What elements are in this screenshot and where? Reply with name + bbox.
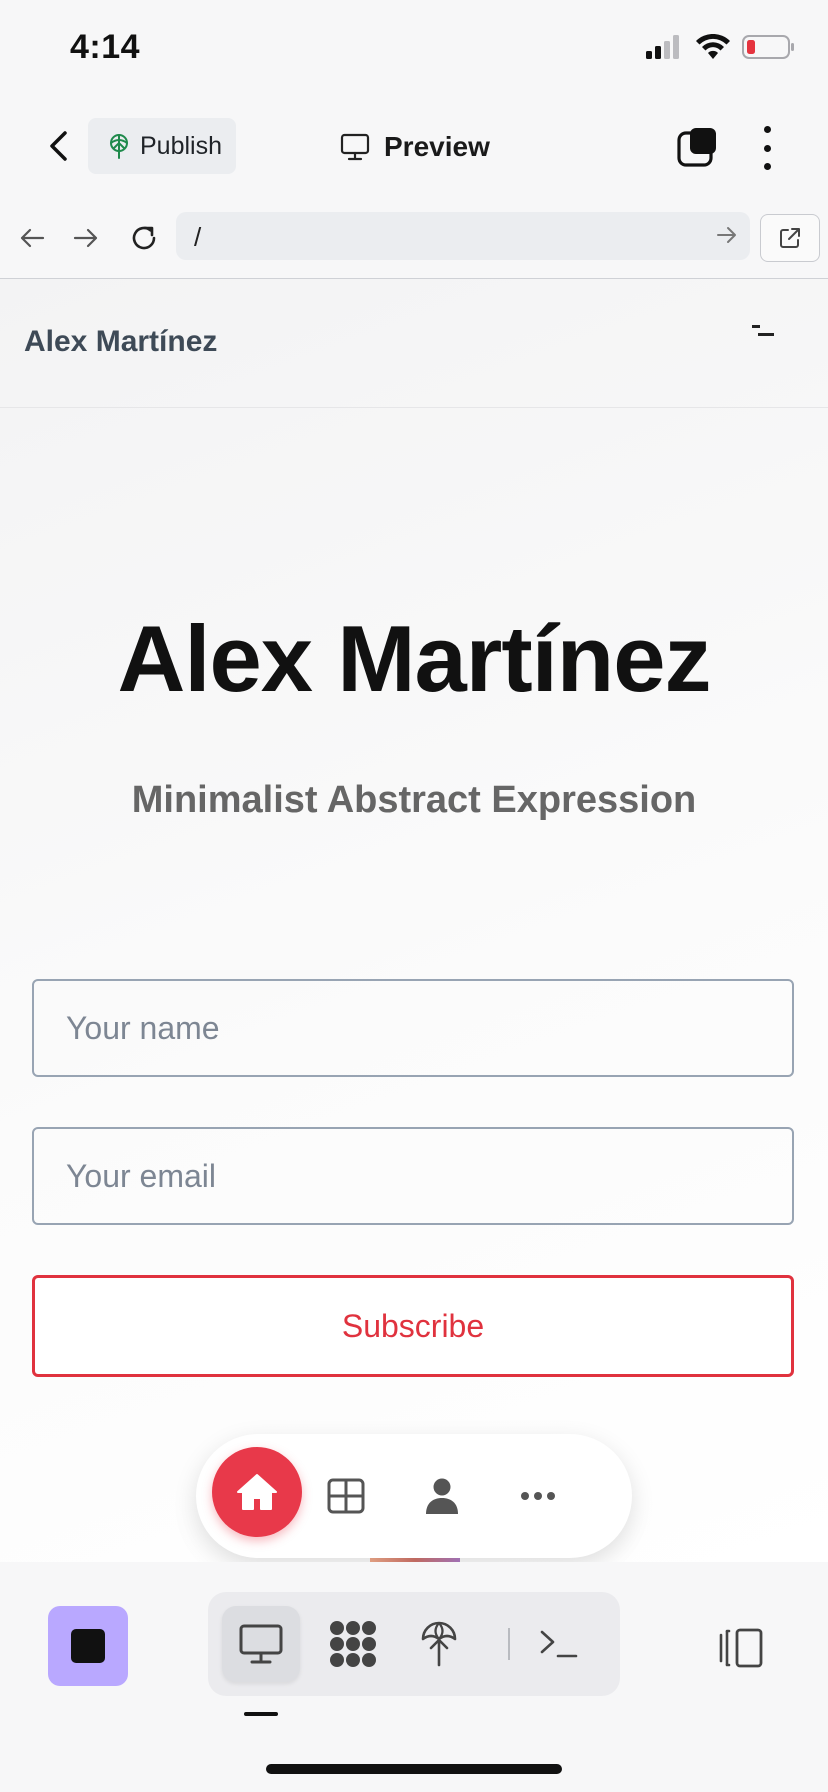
user-icon [426,1478,458,1514]
email-input[interactable] [32,1127,794,1225]
home-button[interactable] [212,1447,302,1537]
status-icons [644,34,796,60]
deploy-icon [421,1621,457,1667]
tool-group [208,1592,620,1696]
site-header: Alex Martínez [0,279,828,408]
go-arrow-icon[interactable] [716,224,738,246]
panel-icon [719,1628,763,1668]
stop-button[interactable] [48,1606,128,1686]
more-button[interactable] [514,1472,562,1520]
external-link-icon [780,228,800,248]
preview-tool-button[interactable] [222,1606,300,1682]
nodes-tool-button[interactable] [314,1606,392,1682]
deploy-icon [110,134,128,159]
more-options-icon[interactable] [752,126,782,170]
hero-title: Alex Martínez [117,606,712,711]
active-tab-indicator [244,1712,278,1716]
site-brand[interactable]: Alex Martínez [24,325,217,359]
reload-icon [132,226,156,250]
status-bar: 4:14 [0,0,828,96]
panel-toggle-button[interactable] [712,1624,768,1672]
battery-icon [742,35,794,59]
name-input[interactable] [32,979,794,1077]
floating-nav [196,1434,632,1558]
browser-back-button[interactable] [16,222,48,254]
reload-button[interactable] [128,222,160,254]
subscribe-button[interactable]: Subscribe [32,1275,794,1377]
nodes-icon [330,1621,376,1667]
tabs-switcher-icon[interactable] [676,126,720,170]
grid-icon [327,1478,365,1514]
terminal-icon [540,1630,578,1658]
stop-icon [71,1629,105,1663]
monitor-icon [239,1624,283,1664]
terminal-tool-button[interactable] [520,1606,598,1682]
arrow-right-icon [73,228,98,248]
toolbar-divider [508,1628,510,1660]
url-path: / [194,222,202,252]
signal-icon [646,35,679,59]
preview-tab[interactable]: Preview [340,122,490,172]
url-input[interactable]: / [176,212,750,260]
chevron-left-icon [50,131,67,161]
browser-forward-button[interactable] [70,222,102,254]
profile-button[interactable] [418,1472,466,1520]
arrow-left-icon [20,228,45,248]
home-indicator[interactable] [266,1764,562,1774]
grid-button[interactable] [322,1472,370,1520]
deploy-tool-button[interactable] [400,1606,478,1682]
open-external-button[interactable] [760,214,820,262]
app-bar: Publish Preview [0,96,828,199]
wifi-icon [696,34,730,59]
back-button[interactable] [40,128,76,164]
menu-toggle-icon[interactable] [752,325,774,339]
monitor-icon [340,133,370,161]
publish-button[interactable]: Publish [88,118,236,174]
preview-label: Preview [384,131,490,162]
url-bar: / [0,198,828,279]
bottom-toolbar [0,1562,828,1792]
site-preview: Alex Martínez Alex Martínez Minimalist A… [0,279,828,1562]
hero-subtitle: Minimalist Abstract Expression [131,779,697,821]
publish-label: Publish [140,131,222,160]
home-icon [237,1474,277,1510]
status-time: 4:14 [70,28,141,66]
more-icon [521,1492,555,1500]
